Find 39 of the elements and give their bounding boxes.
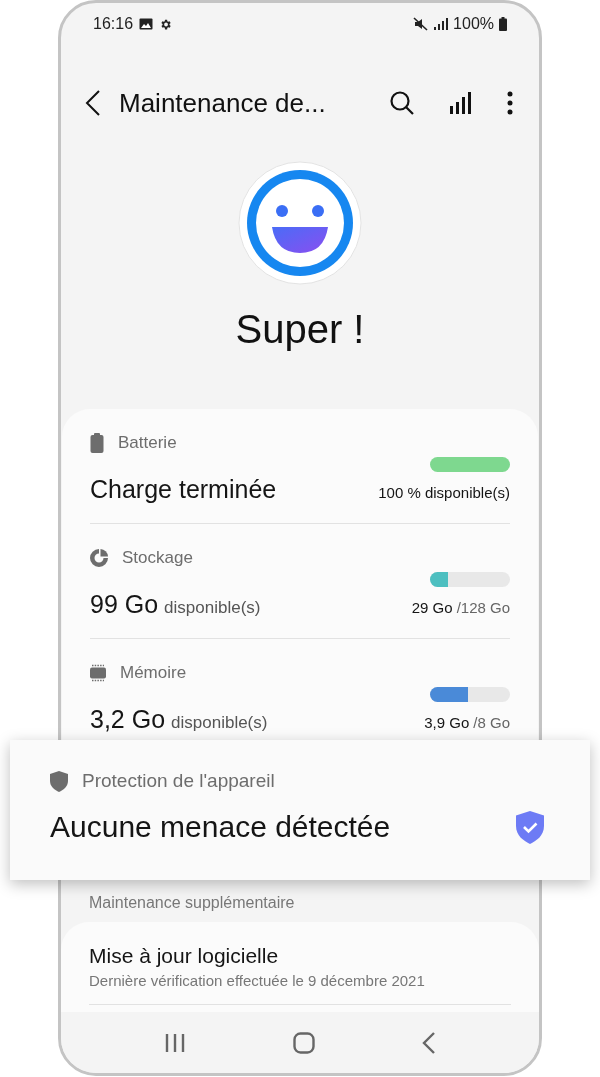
usage-reading: 29 Go (411, 598, 453, 618)
image-icon (139, 18, 154, 30)
item-label: Mémoire (120, 662, 187, 685)
gear-icon (159, 17, 173, 31)
shield-icon (50, 770, 68, 792)
usage-reading: 100 % disponible(s) (378, 483, 510, 503)
status-time: 16:16 (93, 14, 134, 34)
section-heading: Maintenance supplémentaire (89, 894, 295, 911)
item-value: 3,2 Go (90, 704, 166, 735)
item-value-note: disponible(s) (164, 597, 261, 619)
protection-status: Aucune menace détectée (50, 809, 391, 845)
item-label: Batterie (118, 432, 177, 455)
battery-percent: 100% (453, 14, 494, 34)
item-subtitle: Dernière vérification effectuée le 9 décembre 2021 (89, 971, 426, 991)
smiley-icon (238, 161, 362, 285)
item-label: Stockage (122, 547, 193, 570)
shield-check-icon (516, 810, 544, 844)
item-title[interactable]: Mise à jour logicielle (89, 942, 511, 970)
more-icon[interactable] (507, 91, 513, 115)
page-title: Maintenance de... (119, 86, 326, 120)
signal-icon (434, 18, 449, 30)
item-value: Charge terminée (90, 474, 277, 505)
battery-icon (499, 17, 507, 31)
item-value: 99 Go (90, 589, 159, 620)
recent-apps-icon[interactable] (164, 1032, 187, 1053)
usage-total: /8 Go (473, 713, 510, 733)
chip-icon (90, 664, 106, 682)
home-icon[interactable] (293, 1031, 315, 1054)
protection-label: Protection de l'appareil (82, 768, 275, 793)
status-title: Super ! (235, 306, 365, 353)
search-icon[interactable] (389, 90, 415, 116)
back-icon[interactable] (85, 90, 101, 116)
mute-icon (413, 17, 430, 31)
usage-reading: 3,9 Go (424, 713, 470, 733)
battery-icon (90, 433, 104, 453)
item-value-note: disponible(s) (171, 712, 268, 734)
usage-total: /128 Go (456, 598, 510, 618)
pie-chart-icon (90, 549, 108, 567)
bar-chart-icon[interactable] (449, 92, 471, 114)
